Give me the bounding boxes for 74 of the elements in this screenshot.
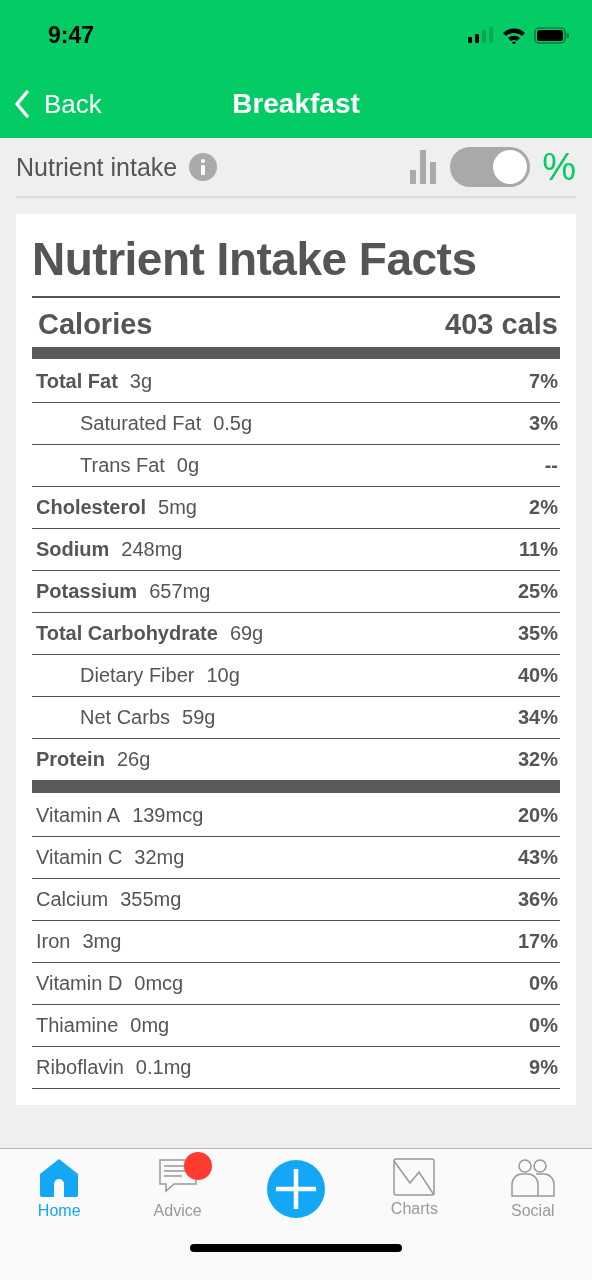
nutrient-name: Trans Fat xyxy=(80,454,165,477)
daily-percent: 7% xyxy=(529,370,558,393)
daily-percent: 40% xyxy=(517,664,558,687)
back-button[interactable]: Back xyxy=(0,88,102,120)
nutrient-name: Potassium xyxy=(36,580,138,603)
daily-percent: 17% xyxy=(517,930,558,953)
facts-title: Nutrient Intake Facts xyxy=(32,226,560,298)
tab-item[interactable]: Charts xyxy=(355,1149,474,1244)
daily-percent: 25% xyxy=(517,580,558,603)
daily-percent: 32% xyxy=(517,748,558,771)
nutrient-name: Calcium xyxy=(36,888,109,911)
nutrient-amount: 0g xyxy=(176,454,200,477)
nutrient-name: Protein xyxy=(36,748,105,771)
daily-percent: 9% xyxy=(529,1056,558,1079)
daily-percent: 36% xyxy=(517,888,558,911)
nutrient-name: Saturated Fat xyxy=(80,412,202,435)
daily-percent: 0% xyxy=(529,972,558,995)
daily-percent: 2% xyxy=(529,496,558,519)
home-icon xyxy=(38,1158,81,1198)
nutrient-name: Vitamin A xyxy=(36,804,121,827)
tab-item[interactable]: Social xyxy=(473,1149,592,1244)
tab-item[interactable]: Advice xyxy=(118,1149,237,1244)
people-icon xyxy=(509,1158,556,1198)
nutrient-name: Riboflavin xyxy=(36,1056,124,1079)
section-label: Nutrient intake xyxy=(16,152,178,182)
nutrient-amount: 657mg xyxy=(149,580,211,603)
nutrient-amount: 0mcg xyxy=(134,972,184,995)
daily-percent: 3% xyxy=(529,412,558,435)
nutrient-amount: 0.1mg xyxy=(135,1056,192,1079)
wifi-icon xyxy=(502,26,526,44)
bar-chart-icon[interactable] xyxy=(410,150,439,184)
calories-label: Calories xyxy=(38,308,153,341)
tab-item[interactable]: Home xyxy=(0,1149,119,1244)
nutrient-amount: 0mg xyxy=(130,1014,170,1037)
nutrient-name: Vitamin C xyxy=(36,846,123,869)
nutrient-name: Vitamin D xyxy=(36,972,123,995)
nutrient-name: Dietary Fiber xyxy=(80,664,195,687)
nutrient-amount: 3mg xyxy=(82,930,122,953)
line-chart-icon xyxy=(393,1158,436,1196)
view-toggle[interactable] xyxy=(450,147,531,187)
nutrient-amount: 0.5g xyxy=(213,412,253,435)
calories-value: 403 cals xyxy=(445,308,558,341)
daily-percent: 20% xyxy=(517,804,558,827)
nutrient-name: Net Carbs xyxy=(80,706,171,729)
nutrient-amount: 3g xyxy=(129,370,153,393)
daily-percent: -- xyxy=(544,454,558,477)
screen-title: Breakfast xyxy=(231,88,361,120)
info-icon[interactable] xyxy=(189,153,218,181)
nutrient-name: Total Carbohydrate xyxy=(36,622,218,645)
daily-percent: 11% xyxy=(519,538,558,561)
status-time: 9:47 xyxy=(48,21,95,49)
daily-percent: 43% xyxy=(517,846,558,869)
percent-label: % xyxy=(542,145,576,189)
nutrient-name: Cholesterol xyxy=(36,496,147,519)
nutrient-amount: 26g xyxy=(116,748,151,771)
nutrient-name: Total Fat xyxy=(36,370,118,393)
nutrient-amount: 248mg xyxy=(121,538,183,561)
plus-icon xyxy=(267,1160,325,1218)
nutrient-amount: 139mcg xyxy=(132,804,204,827)
nutrient-amount: 32mg xyxy=(134,846,185,869)
daily-percent: 0% xyxy=(529,1014,558,1037)
battery-icon xyxy=(534,26,570,44)
nutrient-amount: 69g xyxy=(229,622,264,645)
chevron-left-icon xyxy=(14,90,30,118)
nutrient-amount: 5mg xyxy=(158,496,197,519)
nutrient-name: Iron xyxy=(36,930,71,953)
nutrient-name: Thiamine xyxy=(36,1014,119,1037)
nutrient-name: Sodium xyxy=(36,538,110,561)
daily-percent: 34% xyxy=(517,706,558,729)
signal-icon xyxy=(468,27,494,43)
nutrient-amount: 59g xyxy=(182,706,216,729)
nutrient-amount: 355mg xyxy=(120,888,182,911)
nutrient-amount: 10g xyxy=(206,664,240,687)
daily-percent: 35% xyxy=(517,622,558,645)
